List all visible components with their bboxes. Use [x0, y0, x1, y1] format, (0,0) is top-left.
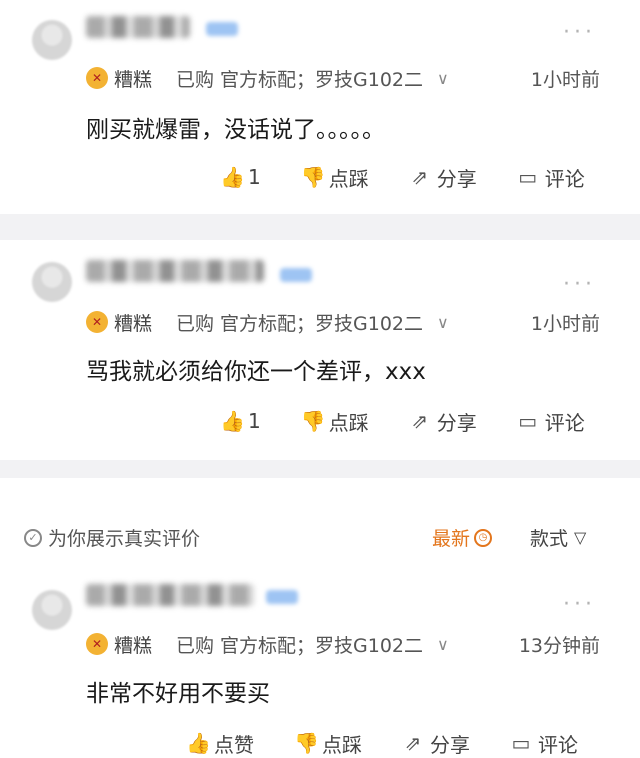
- comment-card: ··· ✕ 糟糕 已购 官方标配；罗技G102二 ∨ 13分钟前 非常不好用不要…: [0, 568, 640, 757]
- thumb-up-icon: 👍: [186, 731, 211, 755]
- comment-actions: 👍 1 👎 点踩 ⇗ 分享 ▭ 评论: [220, 406, 625, 436]
- user-level-badge: [206, 22, 238, 36]
- separator: [0, 460, 640, 478]
- comment-icon: ▭: [518, 165, 538, 189]
- spec-label: 官方标配；罗技G102二: [220, 68, 424, 91]
- timestamp: 13分钟前: [518, 634, 600, 657]
- like-button[interactable]: 👍 1: [220, 165, 261, 189]
- thumb-down-icon: 👎: [300, 409, 326, 433]
- thumb-up-icon: 👍: [220, 165, 245, 189]
- mood-emoji-icon: ✕: [86, 311, 108, 333]
- comment-actions: 👍 点赞 👎 点踩 ⇗ 分享 ▭ 评论: [186, 728, 618, 758]
- share-button[interactable]: ⇗ 分享: [409, 163, 477, 192]
- reply-label: 评论: [538, 732, 578, 757]
- reply-label: 评论: [544, 410, 585, 435]
- filter-funnel-icon: ▽: [574, 528, 587, 547]
- username-blurred: [86, 16, 190, 38]
- user-level-badge: [280, 268, 312, 282]
- comment-text: 刚买就爆雷，没话说了。。。。。: [86, 117, 385, 143]
- review-filter-bar: ✓ 为你展示真实评价 最新 ◷ 款式 ▽: [0, 520, 640, 554]
- style-filter-label: 款式: [530, 528, 569, 550]
- check-circle-icon: ✓: [24, 528, 42, 547]
- share-icon: ⇗: [411, 165, 429, 189]
- authentic-reviews-notice: ✓ 为你展示真实评价: [24, 524, 200, 551]
- comment-card: ··· ✕ 糟糕 已购 官方标配；罗技G102二 ∨ 1小时前 刚买就爆雷，没话…: [0, 0, 640, 214]
- timestamp: 1小时前: [530, 68, 600, 91]
- mood-label: 糟糕: [114, 68, 153, 91]
- comment-actions: 👍 1 👎 点踩 ⇗ 分享 ▭ 评论: [220, 162, 625, 192]
- reply-label: 评论: [544, 166, 585, 191]
- dislike-button[interactable]: 👎 点踩: [294, 729, 362, 758]
- comment-meta: ✕ 糟糕 已购 官方标配；罗技G102二 ∨ 13分钟前: [86, 630, 600, 658]
- sort-newest-label: 最新: [432, 528, 471, 550]
- comment-icon: ▭: [518, 409, 538, 433]
- share-button[interactable]: ⇗ 分享: [402, 729, 470, 758]
- spec-label: 官方标配；罗技G102二: [220, 312, 424, 335]
- reply-button[interactable]: ▭ 评论: [517, 163, 585, 192]
- more-dots-icon[interactable]: ···: [563, 20, 596, 45]
- comment-text: 非常不好用不要买: [86, 681, 270, 707]
- share-label: 分享: [430, 732, 470, 757]
- user-level-badge: [266, 590, 298, 604]
- authentic-label: 为你展示真实评价: [48, 528, 201, 550]
- separator: [0, 214, 640, 240]
- avatar[interactable]: [32, 262, 72, 302]
- thumb-down-icon: 👎: [300, 165, 326, 189]
- chevron-down-icon[interactable]: ∨: [437, 635, 449, 654]
- more-dots-icon[interactable]: ···: [563, 592, 596, 617]
- dislike-label: 点踩: [328, 410, 369, 435]
- username-blurred: [86, 584, 254, 606]
- like-count: 1: [248, 409, 261, 433]
- style-filter-button[interactable]: 款式 ▽: [530, 524, 586, 551]
- dislike-label: 点踩: [322, 732, 362, 757]
- sort-newest-button[interactable]: 最新 ◷: [432, 524, 493, 551]
- avatar[interactable]: [32, 20, 72, 60]
- share-button[interactable]: ⇗ 分享: [409, 407, 477, 436]
- username-blurred: [86, 260, 264, 282]
- like-label: 点赞: [214, 732, 254, 757]
- mood-label: 糟糕: [114, 312, 153, 335]
- like-count: 1: [248, 165, 261, 189]
- reply-button[interactable]: ▭ 评论: [510, 729, 578, 758]
- comment-icon: ▭: [511, 731, 531, 755]
- dislike-button[interactable]: 👎 点踩: [301, 163, 369, 192]
- mood-emoji-icon: ✕: [86, 633, 108, 655]
- share-label: 分享: [436, 166, 477, 191]
- chevron-down-icon[interactable]: ∨: [437, 69, 449, 88]
- comment-text: 骂我就必须给你还一个差评，xxx: [86, 359, 426, 385]
- mood-label: 糟糕: [114, 634, 153, 657]
- comment-card: ··· ✕ 糟糕 已购 官方标配；罗技G102二 ∨ 1小时前 骂我就必须给你还…: [0, 240, 640, 460]
- purchased-label: 已购: [176, 312, 215, 335]
- spec-label: 官方标配；罗技G102二: [220, 634, 424, 657]
- clock-icon: ◷: [474, 528, 493, 547]
- like-button[interactable]: 👍 1: [220, 409, 261, 433]
- share-icon: ⇗: [411, 409, 429, 433]
- thumb-up-icon: 👍: [220, 409, 245, 433]
- mood-emoji-icon: ✕: [86, 67, 108, 89]
- thumb-down-icon: 👎: [294, 731, 319, 755]
- avatar[interactable]: [32, 590, 72, 630]
- dislike-label: 点踩: [328, 166, 369, 191]
- timestamp: 1小时前: [530, 312, 600, 335]
- comment-meta: ✕ 糟糕 已购 官方标配；罗技G102二 ∨ 1小时前: [86, 64, 600, 92]
- more-dots-icon[interactable]: ···: [563, 272, 596, 297]
- purchased-label: 已购: [176, 68, 215, 91]
- like-button[interactable]: 👍 点赞: [186, 729, 254, 758]
- share-icon: ⇗: [404, 731, 422, 755]
- dislike-button[interactable]: 👎 点踩: [301, 407, 369, 436]
- comment-meta: ✕ 糟糕 已购 官方标配；罗技G102二 ∨ 1小时前: [86, 308, 600, 336]
- reply-button[interactable]: ▭ 评论: [517, 407, 585, 436]
- chevron-down-icon[interactable]: ∨: [437, 313, 449, 332]
- purchased-label: 已购: [176, 634, 215, 657]
- share-label: 分享: [436, 410, 477, 435]
